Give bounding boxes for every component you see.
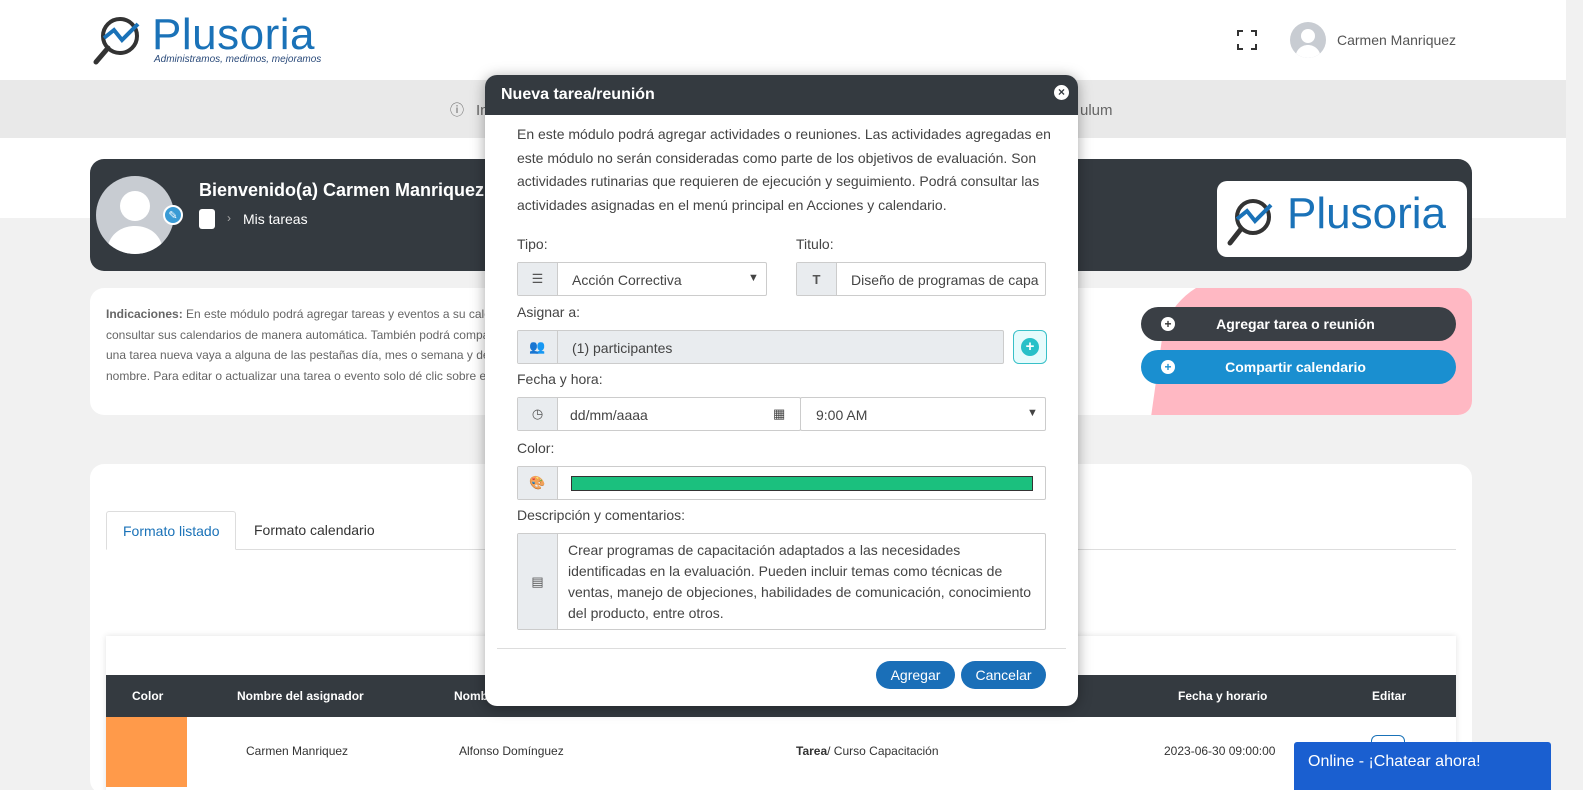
task-color-swatch bbox=[106, 717, 187, 787]
tipo-select[interactable]: ☰ Acción Correctiva ▼ bbox=[517, 262, 767, 296]
chat-button[interactable]: Online - ¡Chatear ahora! bbox=[1294, 742, 1551, 790]
new-task-modal: Nueva tarea/reunión × En este módulo pod… bbox=[485, 75, 1078, 706]
note-icon: ▤ bbox=[518, 534, 558, 629]
cell-task: Tarea/ Curso Capacitación bbox=[796, 744, 939, 758]
cell-assignee: Alfonso Domínguez bbox=[459, 744, 564, 758]
chevron-down-icon: ▼ bbox=[1027, 407, 1038, 419]
home-icon[interactable] bbox=[199, 209, 215, 229]
logo-text: Plusoria bbox=[152, 10, 315, 59]
col-datetime[interactable]: Fecha y horario bbox=[1178, 689, 1267, 703]
logo-magnifier-icon bbox=[93, 17, 140, 65]
info-text-right[interactable]: ulum bbox=[1080, 102, 1113, 119]
edit-avatar-icon[interactable]: ✎ bbox=[163, 205, 183, 225]
calendar-clock-icon: ◷ bbox=[518, 398, 558, 430]
description-textarea[interactable]: ▤ Crear programas de capacitación adapta… bbox=[517, 533, 1046, 630]
tipo-value: Acción Correctiva bbox=[572, 272, 682, 288]
chevron-down-icon: ▼ bbox=[748, 272, 759, 284]
col-edit: Editar bbox=[1372, 689, 1407, 703]
time-value: 9:00 AM bbox=[816, 407, 868, 423]
modal-intro: En este módulo podrá agregar actividades… bbox=[517, 126, 1051, 213]
add-task-label: Agregar tarea o reunión bbox=[1216, 316, 1375, 332]
col-assigner[interactable]: Nombre del asignador bbox=[237, 689, 364, 703]
plus-icon: + bbox=[1161, 317, 1175, 331]
avatar bbox=[1290, 22, 1326, 58]
cell-task-title: / Curso Capacitación bbox=[827, 744, 939, 758]
share-calendar-label: Compartir calendario bbox=[1225, 359, 1366, 375]
logo-tagline: Administramos, medimos, mejoramos bbox=[154, 54, 322, 65]
col-color[interactable]: Color bbox=[132, 689, 163, 703]
list-icon: ☰ bbox=[518, 263, 558, 295]
banner-logo: Plusoria bbox=[1217, 181, 1467, 257]
palette-icon: 🎨 bbox=[518, 467, 558, 499]
color-picker[interactable]: 🎨 bbox=[517, 466, 1046, 500]
asignar-field[interactable]: 👥 (1) participantes bbox=[517, 330, 1004, 364]
indications-line: En este módulo podrá agregar tareas y ev… bbox=[186, 307, 486, 321]
add-participant-button[interactable]: + bbox=[1013, 330, 1047, 364]
table-row[interactable]: Carmen Manriquez Alfonso Domínguez Tarea… bbox=[106, 717, 1456, 787]
cell-assigner: Carmen Manriquez bbox=[246, 744, 349, 758]
titulo-label: Titulo: bbox=[796, 236, 834, 252]
user-name: Carmen Manriquez bbox=[1337, 32, 1457, 48]
col-assignee[interactable]: Nomb bbox=[454, 689, 488, 703]
time-select[interactable]: 9:00 AM ▼ bbox=[800, 397, 1046, 431]
tab-list-format[interactable]: Formato listado bbox=[106, 511, 237, 550]
cancelar-button[interactable]: Cancelar bbox=[961, 661, 1046, 689]
users-icon: 👥 bbox=[518, 331, 558, 363]
asignar-label: Asignar a: bbox=[517, 304, 581, 320]
asignar-value: (1) participantes bbox=[572, 340, 673, 356]
plus-icon: + bbox=[1161, 360, 1175, 374]
desc-label: Descripción y comentarios: bbox=[517, 507, 686, 523]
indications-line: consultar sus calendarios de manera auto… bbox=[106, 327, 486, 342]
share-calendar-button[interactable]: + Compartir calendario bbox=[1141, 350, 1456, 384]
tipo-label: Tipo: bbox=[517, 236, 548, 252]
cell-datetime: 2023-06-30 09:00:00 bbox=[1164, 744, 1276, 758]
color-label: Color: bbox=[517, 440, 555, 456]
color-area bbox=[558, 467, 1045, 499]
indications-line: nombre. Para editar o actualizar una tar… bbox=[106, 368, 486, 383]
breadcrumb: Mis tareas bbox=[243, 211, 308, 227]
modal-title: Nueva tarea/reunión bbox=[485, 75, 1078, 115]
logo-magnifier-icon bbox=[1227, 199, 1273, 246]
titulo-value: Diseño de programas de capa bbox=[851, 272, 1039, 288]
modal-divider bbox=[497, 648, 1066, 649]
description-text: Crear programas de capacitación adaptado… bbox=[568, 542, 1032, 621]
info-icon: ⓘ bbox=[450, 102, 464, 118]
fullscreen-icon[interactable] bbox=[1237, 30, 1257, 50]
add-task-button[interactable]: + Agregar tarea o reunión bbox=[1141, 307, 1456, 341]
user-menu[interactable]: Carmen Manriquez bbox=[1290, 22, 1456, 58]
plus-icon: + bbox=[1021, 338, 1039, 356]
chevron-right-icon: › bbox=[227, 211, 231, 225]
color-swatch bbox=[571, 476, 1033, 491]
indications-label: Indicaciones: bbox=[106, 307, 183, 321]
fecha-label: Fecha y hora: bbox=[517, 371, 603, 387]
plusoria-logo[interactable]: Plusoria Administramos, medimos, mejoram… bbox=[92, 10, 332, 70]
tab-calendar-format[interactable]: Formato calendario bbox=[238, 511, 391, 550]
cell-task-type: Tarea bbox=[796, 744, 828, 758]
calendar-icon[interactable]: ▦ bbox=[773, 406, 785, 422]
text-icon: T bbox=[797, 263, 837, 295]
date-placeholder: dd/mm/aaaa bbox=[570, 407, 648, 423]
titulo-input[interactable]: T Diseño de programas de capa bbox=[796, 262, 1046, 296]
banner-logo-text: Plusoria bbox=[1287, 189, 1446, 238]
user-avatar-icon bbox=[1295, 29, 1321, 58]
indications-line: una tarea nueva vaya a alguna de las pes… bbox=[106, 348, 486, 362]
close-icon[interactable]: × bbox=[1052, 83, 1071, 102]
welcome-title: Bienvenido(a) Carmen Manriquez bbox=[199, 180, 485, 200]
indications-text: Indicaciones: En este módulo podrá agreg… bbox=[106, 304, 486, 386]
agregar-button[interactable]: Agregar bbox=[876, 661, 955, 689]
date-input[interactable]: ◷ dd/mm/aaaa ▦ bbox=[517, 397, 801, 431]
